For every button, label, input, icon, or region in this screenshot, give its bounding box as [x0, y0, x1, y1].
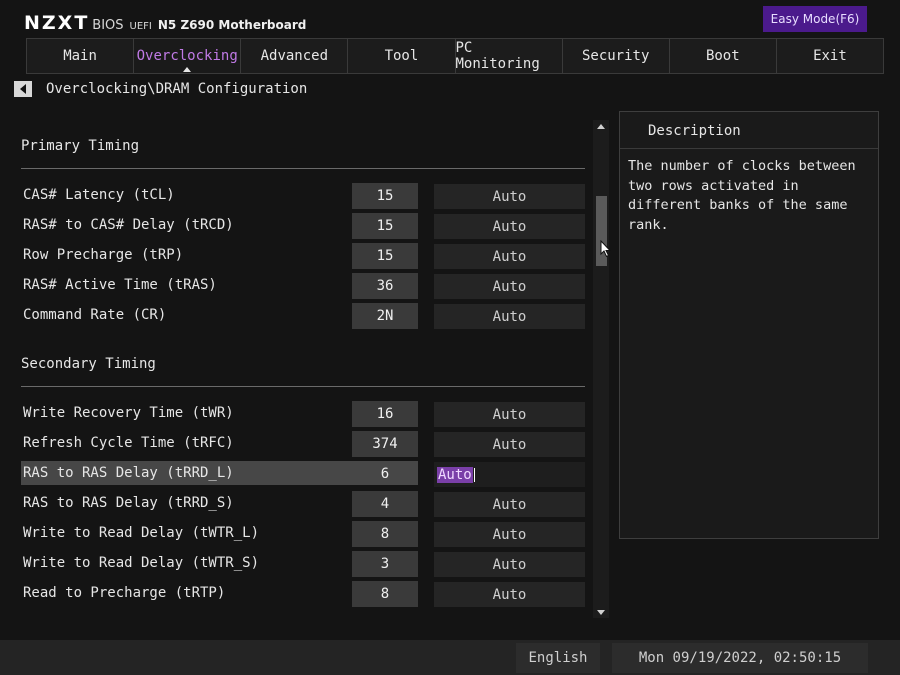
setting-label: RAS to RAS Delay (tRRD_L)	[23, 465, 234, 481]
tab-main[interactable]: Main	[26, 38, 135, 74]
section-title-secondary: Secondary Timing	[21, 356, 156, 372]
tab-exit[interactable]: Exit	[775, 38, 884, 74]
setting-label: Write to Read Delay (tWTR_S)	[23, 555, 260, 571]
setting-label: RAS to RAS Delay (tRRD_S)	[23, 495, 234, 511]
setting-value[interactable]: 15	[352, 183, 418, 209]
setting-label: RAS# Active Time (tRAS)	[23, 277, 217, 293]
breadcrumb-path: Overclocking\DRAM Configuration	[46, 81, 308, 97]
brand-header: NZXT BIOS UEFI N5 Z690 Motherboard	[24, 12, 306, 36]
divider	[620, 148, 878, 149]
setting-mode-input[interactable]: Auto	[434, 522, 585, 547]
setting-value[interactable]: 3	[352, 551, 418, 577]
scroll-up-arrow-icon[interactable]	[593, 120, 609, 132]
setting-mode-input[interactable]: Auto	[434, 552, 585, 577]
description-panel: Description The number of clocks between…	[619, 111, 879, 539]
setting-value[interactable]: 8	[352, 521, 418, 547]
arrow-left-icon	[20, 84, 26, 94]
setting-mode-input[interactable]: Auto	[434, 184, 585, 209]
setting-row-trcd[interactable]: RAS# to CAS# Delay (tRCD) 15 Auto	[21, 213, 585, 239]
setting-row-trfc[interactable]: Refresh Cycle Time (tRFC) 374 Auto	[21, 431, 585, 457]
board-name: N5 Z690 Motherboard	[157, 18, 307, 32]
tab-pc-monitoring[interactable]: PC Monitoring	[454, 38, 563, 74]
setting-row-trtp[interactable]: Read to Precharge (tRTP) 8 Auto	[21, 581, 585, 607]
setting-label: Command Rate (CR)	[23, 307, 167, 323]
setting-mode-input[interactable]: Auto	[434, 244, 585, 269]
setting-label: Read to Precharge (tRTP)	[23, 585, 226, 601]
setting-label: Write to Read Delay (tWTR_L)	[23, 525, 260, 541]
setting-mode-input[interactable]: Auto	[434, 214, 585, 239]
uefi-label: UEFI	[129, 21, 152, 32]
setting-row-cr[interactable]: Command Rate (CR) 2N Auto	[21, 303, 585, 329]
mouse-pointer-icon	[600, 240, 612, 258]
setting-label: Refresh Cycle Time (tRFC)	[23, 435, 234, 451]
setting-row-trp[interactable]: Row Precharge (tRP) 15 Auto	[21, 243, 585, 269]
setting-value[interactable]: 6	[352, 461, 418, 487]
setting-value[interactable]: 374	[352, 431, 418, 457]
section-title-primary: Primary Timing	[21, 138, 140, 154]
setting-mode-input[interactable]: Auto	[434, 582, 585, 607]
description-title: Description	[648, 123, 741, 139]
vertical-scrollbar[interactable]	[593, 120, 609, 618]
selected-text: Auto	[437, 466, 473, 483]
main-tabs: Main Overclocking Advanced Tool PC Monit…	[26, 38, 884, 74]
setting-row-trrd-l-selected[interactable]: RAS to RAS Delay (tRRD_L) 6 Auto	[21, 461, 585, 487]
tab-boot[interactable]: Boot	[668, 38, 777, 74]
setting-label: CAS# Latency (tCL)	[23, 187, 175, 203]
setting-mode-input[interactable]: Auto	[434, 492, 585, 517]
language-selector[interactable]: English	[516, 643, 600, 673]
setting-row-trrd-s[interactable]: RAS to RAS Delay (tRRD_S) 4 Auto	[21, 491, 585, 517]
text-caret	[473, 467, 475, 482]
setting-value[interactable]: 4	[352, 491, 418, 517]
setting-row-tcl[interactable]: CAS# Latency (tCL) 15 Auto	[21, 183, 585, 209]
setting-value[interactable]: 2N	[352, 303, 418, 329]
setting-row-tras[interactable]: RAS# Active Time (tRAS) 36 Auto	[21, 273, 585, 299]
back-button[interactable]	[14, 81, 32, 97]
setting-value[interactable]: 16	[352, 401, 418, 427]
nzxt-logo: NZXT	[24, 12, 90, 34]
tab-overclocking[interactable]: Overclocking	[133, 38, 242, 74]
description-text: The number of clocks between two rows ac…	[628, 158, 856, 233]
tab-advanced[interactable]: Advanced	[240, 38, 349, 74]
setting-label: Row Precharge (tRP)	[23, 247, 184, 263]
setting-mode-input[interactable]: Auto	[434, 432, 585, 457]
easy-mode-button[interactable]: Easy Mode(F6)	[763, 6, 867, 32]
tab-tool[interactable]: Tool	[347, 38, 456, 74]
setting-value[interactable]: 15	[352, 243, 418, 269]
setting-value[interactable]: 15	[352, 213, 418, 239]
setting-label: RAS# to CAS# Delay (tRCD)	[23, 217, 234, 233]
setting-mode-input[interactable]: Auto	[434, 304, 585, 329]
setting-row-twtr-s[interactable]: Write to Read Delay (tWTR_S) 3 Auto	[21, 551, 585, 577]
setting-label: Write Recovery Time (tWR)	[23, 405, 234, 421]
setting-row-twr[interactable]: Write Recovery Time (tWR) 16 Auto	[21, 401, 585, 427]
scroll-down-arrow-icon[interactable]	[593, 606, 609, 618]
divider	[21, 386, 585, 387]
setting-mode-input[interactable]: Auto	[434, 462, 585, 487]
setting-value[interactable]: 8	[352, 581, 418, 607]
setting-value[interactable]: 36	[352, 273, 418, 299]
divider	[21, 168, 585, 169]
breadcrumb: Overclocking\DRAM Configuration	[14, 80, 307, 98]
bios-label: BIOS	[92, 18, 124, 33]
setting-mode-input[interactable]: Auto	[434, 274, 585, 299]
date-time[interactable]: Mon 09/19/2022, 02:50:15	[612, 643, 868, 673]
tab-security[interactable]: Security	[561, 38, 670, 74]
setting-mode-input[interactable]: Auto	[434, 402, 585, 427]
setting-row-twtr-l[interactable]: Write to Read Delay (tWTR_L) 8 Auto	[21, 521, 585, 547]
